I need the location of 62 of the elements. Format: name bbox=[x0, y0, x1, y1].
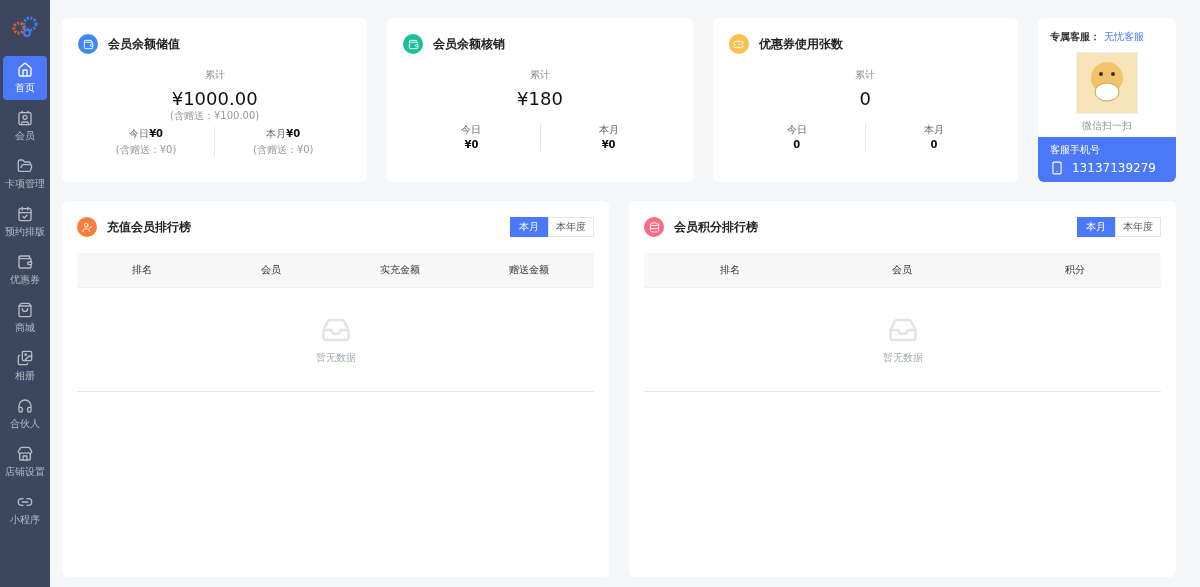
period-note: (含赠送：¥0) bbox=[115, 143, 177, 157]
folder-icon bbox=[17, 157, 33, 174]
period-label: 本月 bbox=[923, 123, 944, 137]
card-title: 充值会员排行榜 bbox=[107, 218, 191, 236]
period-value: 本月¥0 bbox=[266, 127, 301, 141]
total-value: 0 bbox=[859, 88, 872, 109]
period-label: 本月 bbox=[598, 123, 619, 137]
period-label: 今日 bbox=[461, 123, 482, 137]
sidebar-item[interactable]: 会员 bbox=[3, 104, 47, 148]
column-header: 会员 bbox=[891, 263, 914, 277]
sidebar-item[interactable]: 合伙人 bbox=[3, 392, 47, 436]
period-value: 0 bbox=[793, 139, 801, 150]
sidebar-item[interactable]: 店铺设置 bbox=[3, 440, 47, 484]
total-note: (含赠送：¥100.00) bbox=[170, 109, 260, 123]
column-header: 赠送金额 bbox=[508, 263, 551, 277]
card-title: 优惠券使用张数 bbox=[758, 35, 843, 53]
contact-icon bbox=[17, 109, 33, 126]
home-icon bbox=[17, 61, 33, 78]
period-value: 今日¥0 bbox=[129, 127, 164, 141]
cartoon-dog-placeholder bbox=[1076, 52, 1138, 114]
column-header: 排名 bbox=[719, 263, 742, 277]
column-header: 排名 bbox=[130, 263, 153, 277]
column-header: 积分 bbox=[1063, 263, 1086, 277]
card-title: 会员积分排行榜 bbox=[674, 218, 758, 236]
sidebar-item[interactable]: 首页 bbox=[3, 56, 47, 100]
sidebar-item[interactable]: 卡项管理 bbox=[3, 152, 47, 196]
sidebar-item[interactable]: 相册 bbox=[3, 344, 47, 388]
period-tab[interactable]: 本年度 bbox=[1115, 217, 1161, 237]
phone-label: 客服手机号 bbox=[1050, 143, 1101, 157]
sidebar-item[interactable]: 小程序 bbox=[3, 488, 47, 532]
card-title: 会员余额核销 bbox=[433, 35, 506, 53]
phone-number: 13137139279 bbox=[1072, 161, 1156, 175]
period-tab[interactable]: 本月 bbox=[510, 217, 548, 237]
total-label: 累计 bbox=[530, 68, 550, 82]
service-label: 专属客服： bbox=[1050, 30, 1100, 44]
phone-icon bbox=[1050, 161, 1064, 175]
service-name: 无忧客服 bbox=[1104, 30, 1144, 44]
period-label: 今日 bbox=[786, 123, 807, 137]
store-icon bbox=[17, 445, 33, 462]
total-value: ¥180 bbox=[517, 88, 563, 109]
period-tab[interactable]: 本年度 bbox=[548, 217, 594, 237]
column-header: 会员 bbox=[259, 263, 282, 277]
period-value: ¥0 bbox=[601, 139, 616, 150]
images-icon bbox=[17, 349, 33, 366]
period-tab[interactable]: 本月 bbox=[1077, 217, 1115, 237]
calendar-icon bbox=[17, 205, 33, 222]
column-header: 实充金额 bbox=[379, 263, 422, 277]
sidebar-item[interactable]: 优惠券 bbox=[3, 248, 47, 292]
bag-icon bbox=[17, 301, 33, 318]
period-value: ¥0 bbox=[464, 139, 479, 150]
gears-logo-icon bbox=[11, 16, 39, 38]
card-title: 会员余额储值 bbox=[108, 35, 180, 53]
total-label: 累计 bbox=[204, 68, 225, 82]
period-value: 0 bbox=[930, 139, 938, 150]
sidebar-item[interactable]: 预约排版 bbox=[3, 200, 47, 244]
empty-text: 暂无数据 bbox=[315, 350, 356, 365]
empty-text: 暂无数据 bbox=[882, 350, 923, 365]
total-label: 累计 bbox=[855, 68, 876, 82]
wallet-icon bbox=[17, 253, 33, 270]
total-value: ¥1000.00 bbox=[171, 88, 258, 109]
period-note: (含赠送：¥0) bbox=[253, 143, 314, 157]
sidebar-item[interactable]: 商城 bbox=[3, 296, 47, 340]
